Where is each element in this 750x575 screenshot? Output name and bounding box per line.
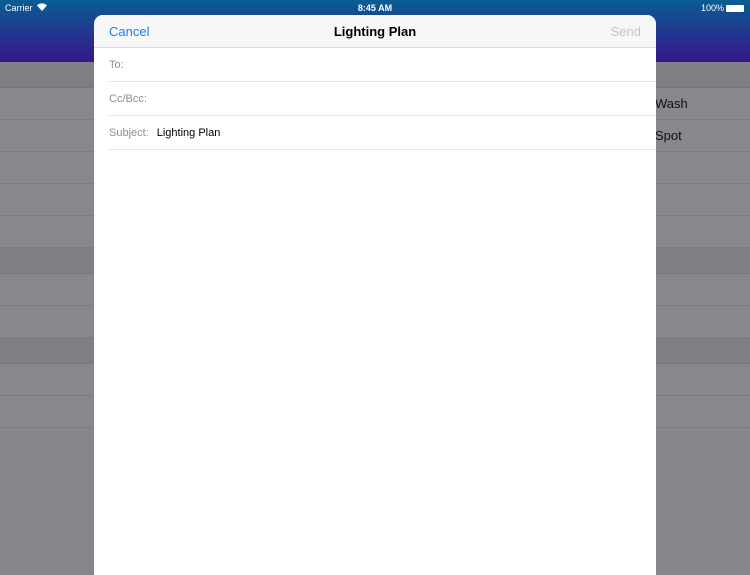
to-field[interactable]: To: [109,48,656,82]
message-body[interactable] [94,150,656,550]
battery-icon [726,4,744,12]
subject-input[interactable]: Lighting Plan [157,127,221,139]
battery-percent: 100% [700,3,724,13]
clock: 8:45 AM [357,3,393,13]
status-bar: Carrier 8:45 AM 100% [0,0,750,15]
compose-header: Cancel Lighting Plan Send [94,15,656,48]
send-button[interactable]: Send [611,24,641,39]
ccbcc-label: Cc/Bcc: [109,92,147,105]
mail-compose-sheet: Cancel Lighting Plan Send To: Cc/Bcc: Su… [94,15,656,575]
ccbcc-field[interactable]: Cc/Bcc: [109,82,656,116]
subject-label: Subject: [109,126,149,139]
subject-field[interactable]: Subject: Lighting Plan [109,116,656,150]
to-label: To: [109,58,124,71]
compose-title: Lighting Plan [333,24,417,39]
